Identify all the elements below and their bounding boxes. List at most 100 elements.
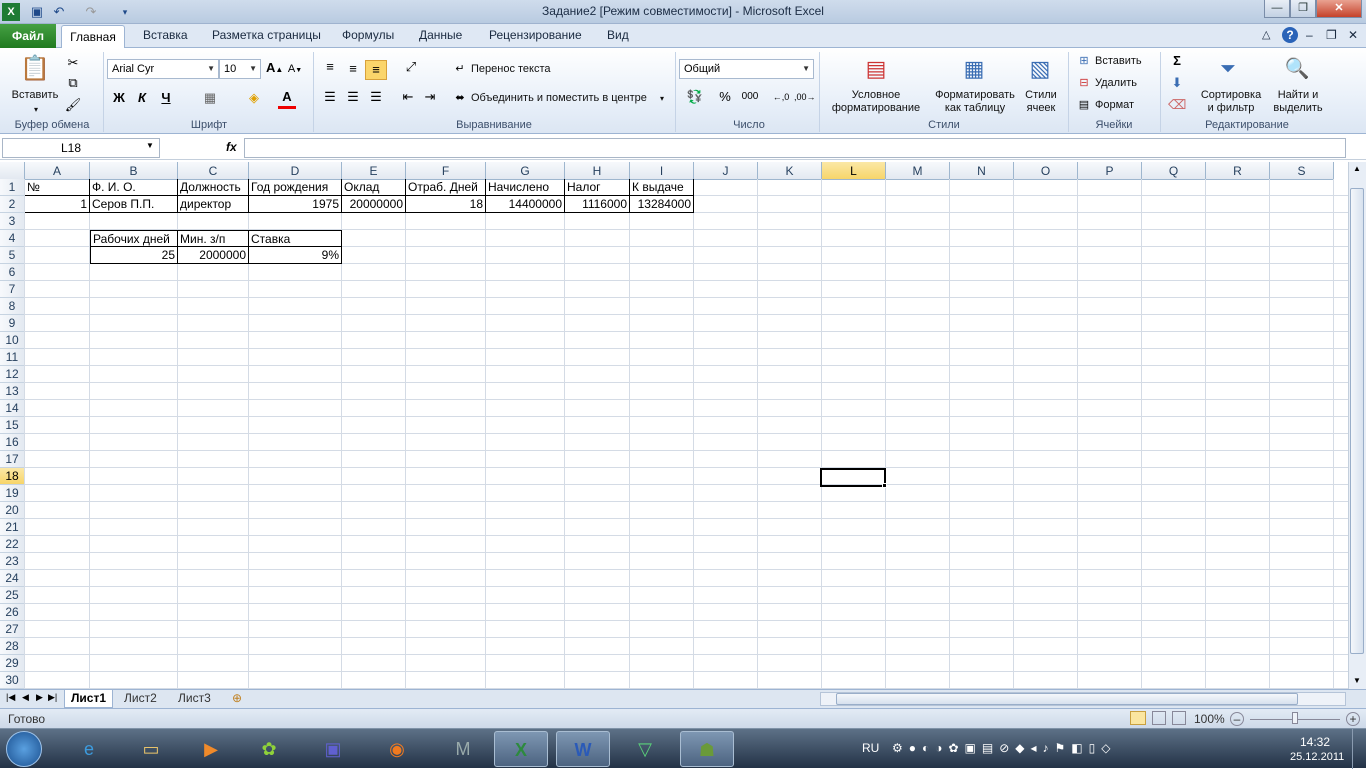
wrap-text-icon[interactable]: ↵ [452, 60, 468, 78]
minimize-ribbon-icon[interactable]: △ [1262, 28, 1270, 41]
fill-icon[interactable]: ⬇ [1168, 74, 1186, 92]
minimize-button[interactable]: — [1264, 0, 1290, 18]
format-cells-icon[interactable]: ▤ [1076, 96, 1092, 114]
format-as-table-label-1[interactable]: Форматировать [930, 89, 1020, 102]
workbook-close-icon[interactable]: ✕ [1348, 28, 1358, 42]
autosum-icon[interactable]: Σ [1168, 52, 1186, 70]
active-cell-cursor[interactable] [820, 468, 886, 487]
insert-cells-button[interactable]: Вставить [1095, 55, 1142, 68]
find-select-label-1[interactable]: Найти и [1266, 89, 1330, 102]
sort-filter-label-2[interactable]: и фильтр [1196, 102, 1266, 115]
cell-value[interactable]: 13284000 [630, 196, 694, 213]
cell-header[interactable]: Начислено [486, 179, 565, 196]
cell-header[interactable]: Мин. з/п [178, 230, 249, 247]
row-header[interactable]: 23 [0, 553, 25, 570]
tab-insert[interactable]: Вставка [143, 28, 188, 42]
column-header-a[interactable]: A [25, 162, 90, 180]
tab-view[interactable]: Вид [607, 28, 629, 42]
underline-button[interactable]: Ч [158, 89, 174, 107]
cell-value[interactable]: 25 [90, 247, 178, 264]
paste-button[interactable]: Вставить [4, 89, 66, 102]
increase-font-icon[interactable]: A▲ [266, 59, 283, 79]
column-header-p[interactable]: P [1078, 162, 1142, 180]
tab-file[interactable]: Файл [0, 24, 56, 48]
tab-formulas[interactable]: Формулы [342, 28, 394, 42]
paste-dropdown-icon[interactable]: ▾ [30, 103, 42, 116]
decrease-decimal-icon[interactable]: ,00→ [794, 88, 816, 106]
column-header-d[interactable]: D [249, 162, 342, 180]
excel-taskbar-icon[interactable]: X [494, 731, 548, 767]
workbook-restore-icon[interactable]: ❐ [1326, 28, 1337, 42]
column-header-o[interactable]: O [1014, 162, 1078, 180]
cell-styles-icon[interactable]: ▧ [1024, 54, 1056, 84]
merge-center-button[interactable]: Объединить и поместить в центре [471, 92, 647, 105]
cell-value[interactable]: 14400000 [486, 196, 565, 213]
cell-value[interactable]: 2000000 [178, 247, 249, 264]
decrease-font-icon[interactable]: A▼ [287, 60, 303, 80]
row-header[interactable]: 4 [0, 230, 25, 247]
wrap-text-button[interactable]: Перенос текста [471, 63, 551, 76]
sheet-tab-1[interactable]: Лист1 [64, 690, 114, 708]
find-select-icon[interactable]: 🔍 [1282, 54, 1312, 84]
normal-view-icon[interactable] [1130, 711, 1146, 725]
bold-button[interactable]: Ж [111, 89, 127, 107]
row-header[interactable]: 11 [0, 349, 25, 366]
cell-value[interactable]: 1 [25, 196, 90, 213]
row-header[interactable]: 9 [0, 315, 25, 332]
clock-time[interactable]: 14:32 [1300, 735, 1330, 749]
align-center-icon[interactable]: ☰ [343, 88, 363, 106]
tray-icons[interactable]: ⚙●◐◑✿▣▤⊘◆◂♪⚑◧▯◇ [892, 741, 1116, 755]
cell-value[interactable]: 9% [249, 247, 342, 264]
media-player-icon[interactable]: ▶ [184, 731, 238, 767]
row-header[interactable]: 1 [0, 179, 25, 196]
next-sheet-icon[interactable]: ▶ [36, 692, 43, 703]
fill-handle[interactable] [882, 483, 887, 488]
column-header-s[interactable]: S [1270, 162, 1334, 180]
row-header[interactable]: 8 [0, 298, 25, 315]
insert-function-icon[interactable]: fx [226, 140, 237, 154]
sort-filter-label-1[interactable]: Сортировка [1196, 89, 1266, 102]
language-indicator[interactable]: RU [862, 741, 879, 755]
horizontal-scroll-thumb[interactable] [836, 693, 1298, 705]
column-header-k[interactable]: K [758, 162, 822, 180]
conditional-format-label-2[interactable]: форматирование [822, 102, 930, 115]
copy-icon[interactable]: ⧉ [64, 74, 82, 92]
increase-indent-icon[interactable]: ⇥ [420, 88, 440, 106]
name-box[interactable]: L18 [2, 138, 160, 158]
cell-value[interactable]: 18 [406, 196, 486, 213]
tab-review[interactable]: Рецензирование [489, 28, 582, 42]
conditional-format-label-1[interactable]: Условное [822, 89, 930, 102]
row-header[interactable]: 15 [0, 417, 25, 434]
insert-cells-icon[interactable]: ⊞ [1076, 52, 1092, 70]
column-header-j[interactable]: J [694, 162, 758, 180]
app-icon[interactable]: ✿ [242, 731, 296, 767]
maximize-button[interactable]: ❐ [1290, 0, 1316, 18]
internet-explorer-icon[interactable]: e [62, 731, 116, 767]
row-header[interactable]: 19 [0, 485, 25, 502]
column-header-l[interactable]: L [822, 162, 886, 180]
cell-value[interactable]: директор [178, 196, 249, 213]
align-left-icon[interactable]: ☰ [320, 88, 340, 106]
row-header[interactable]: 29 [0, 655, 25, 672]
row-header[interactable]: 20 [0, 502, 25, 519]
tab-page-layout[interactable]: Разметка страницы [212, 28, 321, 42]
row-header[interactable]: 14 [0, 400, 25, 417]
delete-cells-button[interactable]: Удалить [1095, 77, 1137, 90]
last-sheet-icon[interactable]: ▶| [48, 692, 57, 703]
merge-dropdown-icon[interactable]: ▾ [660, 92, 664, 105]
cell-value[interactable]: 1975 [249, 196, 342, 213]
column-header-n[interactable]: N [950, 162, 1014, 180]
orientation-icon[interactable]: ⤢ [400, 58, 422, 76]
row-header[interactable]: 12 [0, 366, 25, 383]
first-sheet-icon[interactable]: |◀ [6, 692, 15, 703]
row-header[interactable]: 21 [0, 519, 25, 536]
row-header[interactable]: 16 [0, 434, 25, 451]
column-header-f[interactable]: F [406, 162, 486, 180]
cell-header[interactable]: Ф. И. О. [90, 179, 178, 196]
workbook-minimize-icon[interactable]: – [1306, 28, 1313, 42]
sort-filter-icon[interactable]: ⏷ [1212, 54, 1244, 84]
row-header[interactable]: 30 [0, 672, 25, 689]
cell-header[interactable]: Отраб. Дней [406, 179, 486, 196]
fill-color-icon[interactable]: ◈ [244, 89, 264, 107]
cell-value[interactable]: 20000000 [342, 196, 406, 213]
